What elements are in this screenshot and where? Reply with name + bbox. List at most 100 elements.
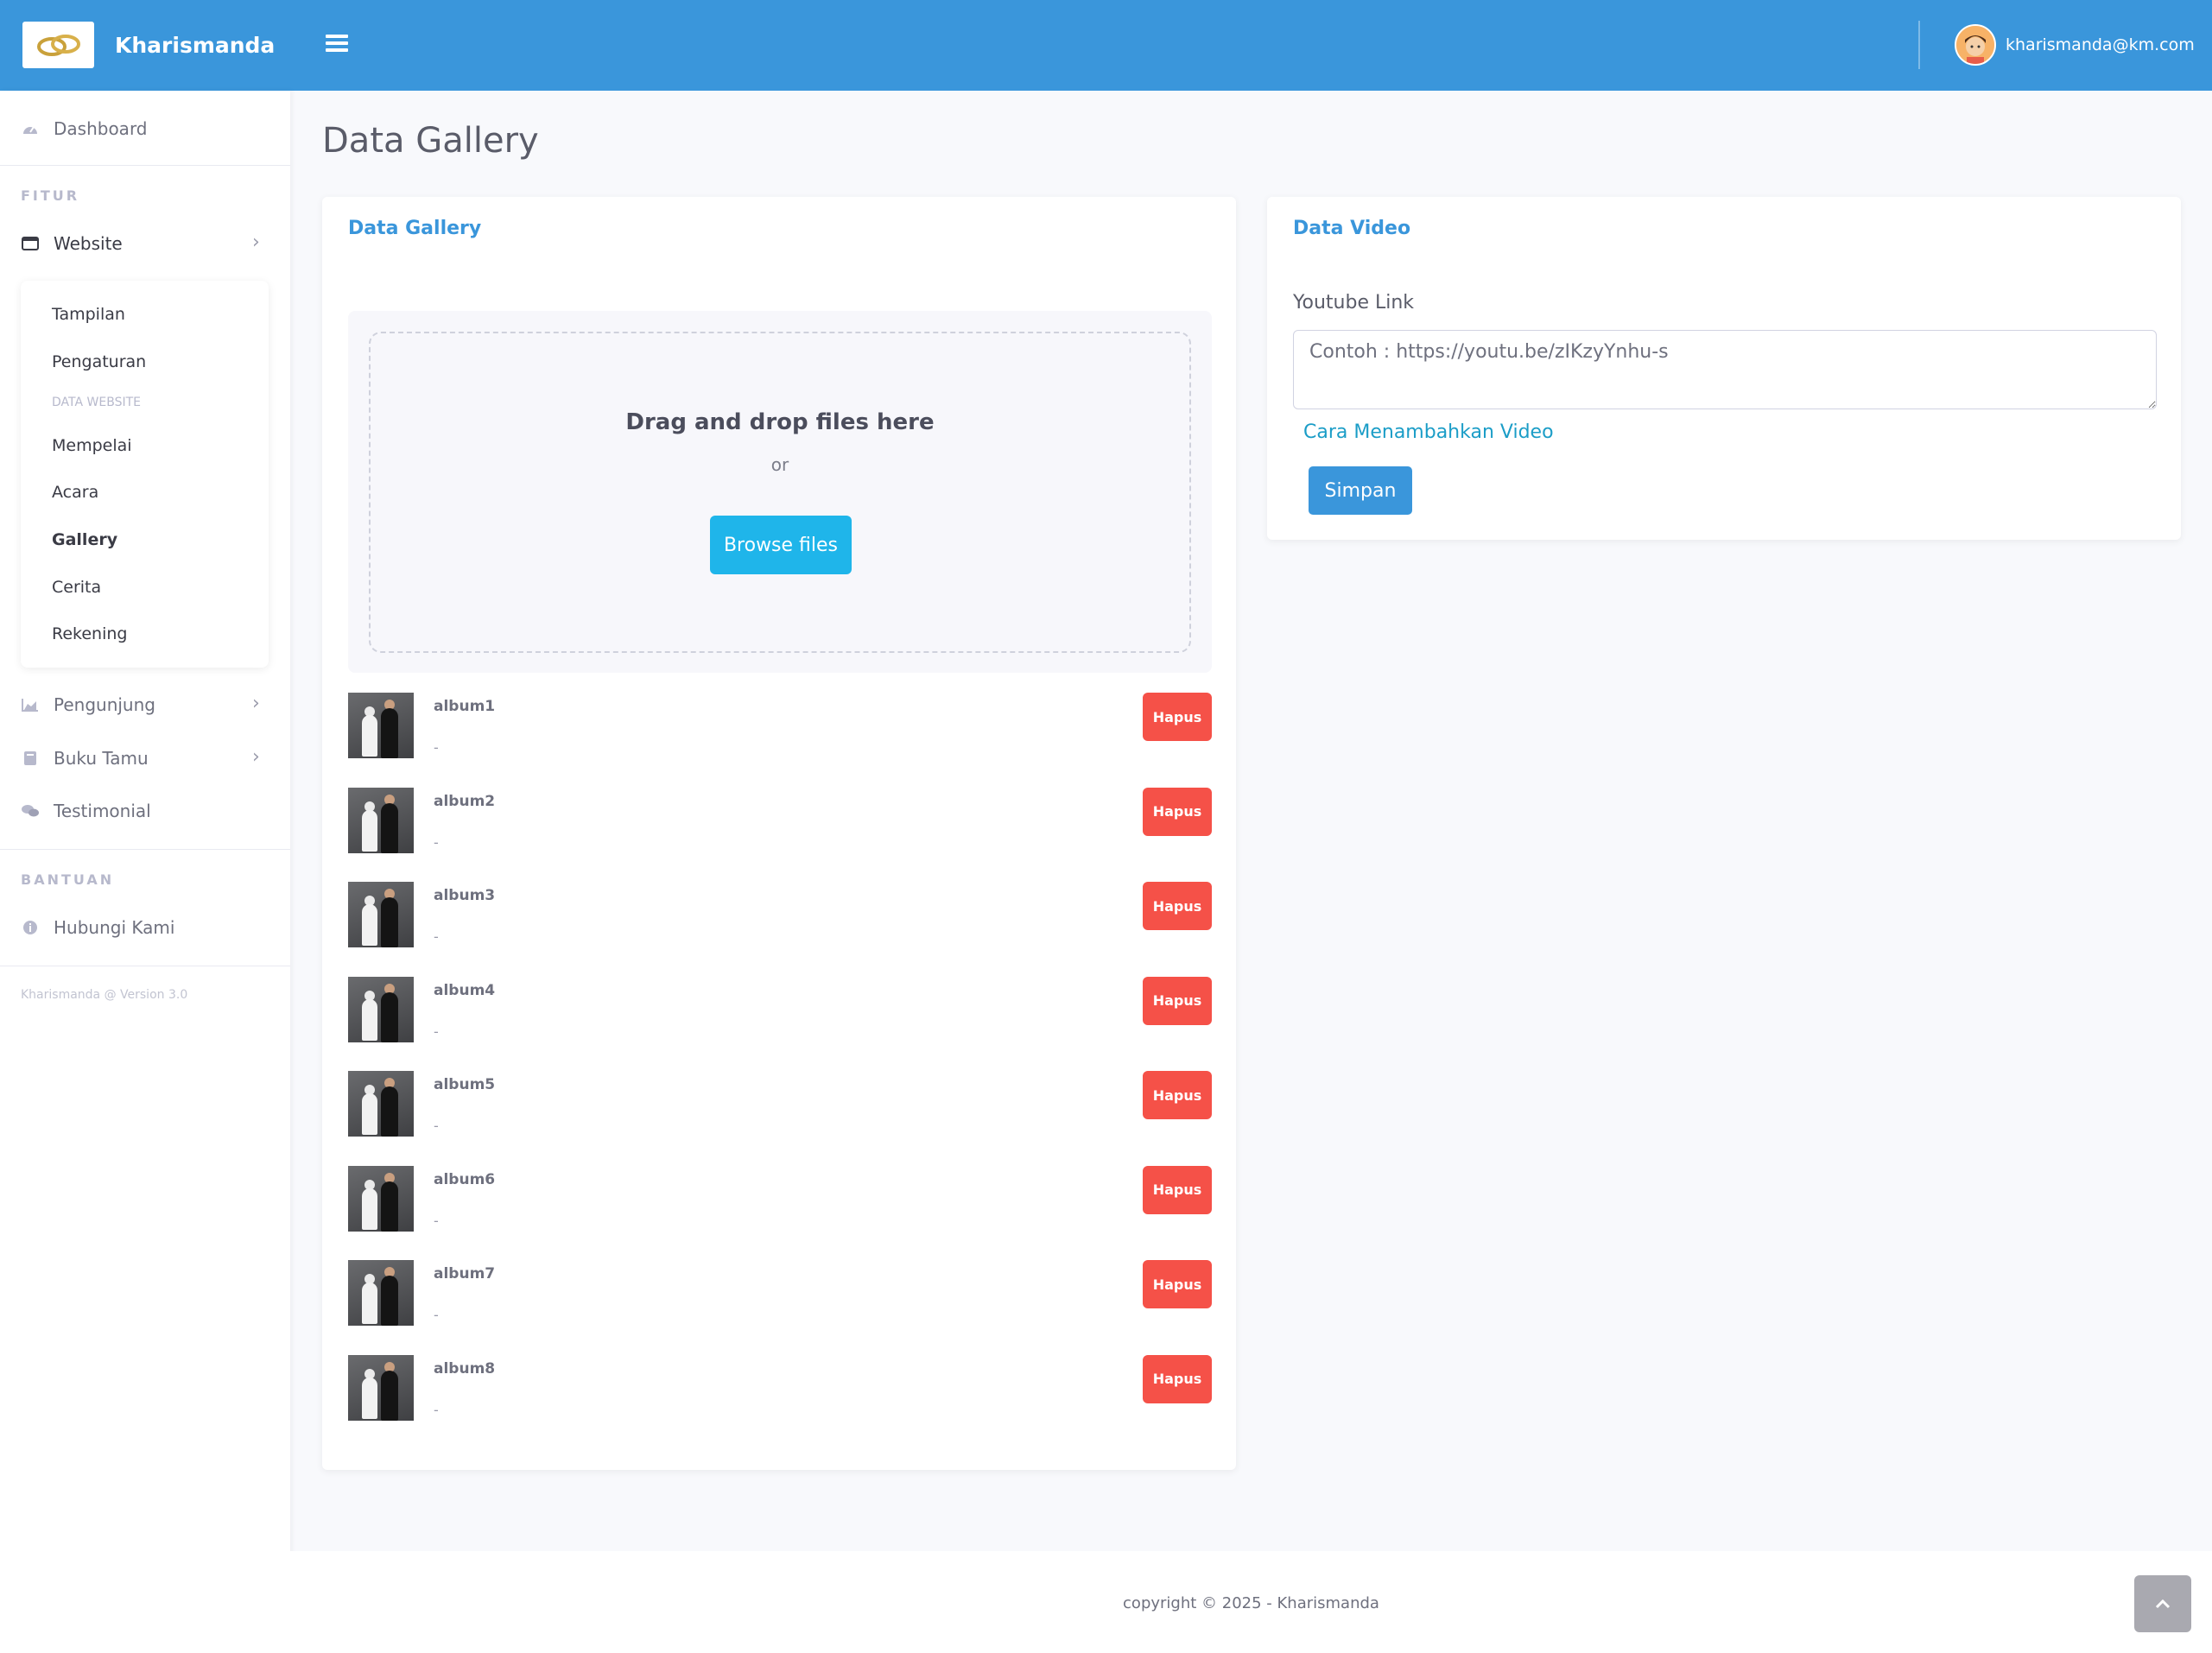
delete-album-button[interactable]: Hapus [1143,1165,1212,1214]
topbar-divider [1918,21,1920,69]
album-description: - [434,1212,439,1229]
album-row: album8 - Hapus [348,1354,1212,1422]
sidebar-item-pengunjung[interactable]: Pengunjung [21,694,155,715]
user-avatar-icon [1955,24,1996,66]
album-name: album8 [434,1359,496,1378]
user-dropdown[interactable]: kharismanda@km.com [1955,24,2195,66]
sidebar-item-label: Dashboard [54,118,148,139]
scroll-to-top-button[interactable] [2134,1575,2191,1632]
submenu-item-tampilan[interactable]: Tampilan [52,305,125,324]
album-description: - [434,1401,439,1418]
brand[interactable]: Kharismanda [22,22,275,68]
sidebar-item-label: Buku Tamu [54,748,149,769]
sidebar-item-hubungi[interactable]: Hubungi Kami [21,917,174,938]
delete-album-button[interactable]: Hapus [1143,1354,1212,1403]
user-email: kharismanda@km.com [2006,35,2195,54]
info-circle-icon [21,918,40,937]
album-row: album1 - Hapus [348,693,1212,760]
delete-album-button[interactable]: Hapus [1143,882,1212,930]
upload-area: Drag and drop files here or Browse files [348,311,1212,673]
how-to-add-video-link[interactable]: Cara Menambahkan Video [1303,421,1554,443]
sidebar-item-testimonial[interactable]: Testimonial [21,801,151,821]
album-row: album4 - Hapus [348,976,1212,1044]
album-name: album7 [434,1265,496,1282]
sidebar-item-website[interactable]: Website [21,233,123,254]
sidebar-heading-fitur: FITUR [21,187,80,204]
gallery-card: Data Gallery Drag and drop files here or… [322,197,1236,1470]
submenu-item-rekening[interactable]: Rekening [52,624,127,643]
album-thumbnail[interactable] [348,976,414,1042]
album-thumbnail[interactable] [348,693,414,758]
album-thumbnail[interactable] [348,787,414,853]
submenu-item-acara[interactable]: Acara [52,483,98,502]
delete-album-button[interactable]: Hapus [1143,976,1212,1025]
window-icon [21,234,40,253]
submenu-item-gallery[interactable]: Gallery [52,530,117,549]
browse-files-button[interactable]: Browse files [710,516,852,574]
album-name: album1 [434,698,496,715]
sidebar-divider [0,849,290,850]
album-description: - [434,1307,439,1323]
album-name: album2 [434,792,496,810]
sidebar-item-label: Hubungi Kami [54,917,175,938]
youtube-link-input[interactable] [1293,330,2157,409]
submenu-item-cerita[interactable]: Cerita [52,578,101,597]
sidebar-divider [0,165,290,166]
youtube-link-label: Youtube Link [1293,292,1415,314]
album-row: album3 - Hapus [348,882,1212,949]
area-chart-icon [21,695,40,714]
save-button[interactable]: Simpan [1309,466,1412,515]
album-description: - [434,928,439,945]
sidebar-item-buku-tamu[interactable]: Buku Tamu [21,748,149,769]
chevron-up-icon [2155,1596,2171,1612]
delete-album-button[interactable]: Hapus [1143,1071,1212,1119]
album-description: - [434,739,439,756]
submenu-item-mempelai[interactable]: Mempelai [52,436,132,455]
copyright-text: copyright © 2025 - Kharismanda [1123,1594,1379,1612]
album-row: album5 - Hapus [348,1071,1212,1138]
album-thumbnail[interactable] [348,1165,414,1232]
video-card: Data Video Youtube Link Cara Menambahkan… [1267,197,2181,540]
album-name: album3 [434,887,496,904]
hamburger-menu-icon[interactable] [326,31,348,57]
delete-album-button[interactable]: Hapus [1143,787,1212,836]
comments-icon [21,801,40,820]
footer: copyright © 2025 - Kharismanda [290,1551,2212,1653]
album-name: album6 [434,1170,496,1188]
gallery-card-title: Data Gallery [348,218,482,239]
video-card-title: Data Video [1293,218,1411,239]
album-row: album6 - Hapus [348,1165,1212,1233]
chevron-right-icon: › [252,746,260,768]
wedding-rings-icon [22,22,94,68]
page-title: Data Gallery [322,121,539,161]
sidebar: Dashboard FITUR Website › Tampilan Penga… [0,91,290,1653]
topbar: Kharismanda kharismanda@km.com [0,0,2212,91]
album-row: album2 - Hapus [348,787,1212,855]
album-thumbnail[interactable] [348,1354,414,1421]
album-thumbnail[interactable] [348,882,414,947]
album-description: - [434,833,439,851]
album-name: album5 [434,1076,496,1093]
tachometer-icon [21,119,40,138]
dropzone[interactable]: Drag and drop files here or Browse files [369,332,1191,653]
sidebar-item-label: Testimonial [54,801,151,821]
book-icon [21,749,40,768]
submenu-heading-data-website: DATA WEBSITE [52,396,141,409]
submenu-item-pengaturan[interactable]: Pengaturan [52,352,146,371]
album-description: - [434,1023,439,1040]
delete-album-button[interactable]: Hapus [1143,1260,1212,1308]
album-name: album4 [434,981,496,999]
sidebar-heading-bantuan: BANTUAN [21,871,115,888]
album-thumbnail[interactable] [348,1071,414,1137]
brand-name: Kharismanda [115,32,276,58]
album-thumbnail[interactable] [348,1260,414,1326]
album-row: album7 - Hapus [348,1260,1212,1327]
version-text: Kharismanda @ Version 3.0 [21,988,188,1002]
chevron-right-icon: › [252,693,260,714]
sidebar-item-dashboard[interactable]: Dashboard [21,118,148,139]
album-description: - [434,1118,439,1134]
website-submenu: Tampilan Pengaturan DATA WEBSITE Mempela… [21,281,269,668]
dropzone-title: Drag and drop files here [625,409,935,435]
sidebar-item-label: Pengunjung [54,694,155,715]
delete-album-button[interactable]: Hapus [1143,693,1212,741]
